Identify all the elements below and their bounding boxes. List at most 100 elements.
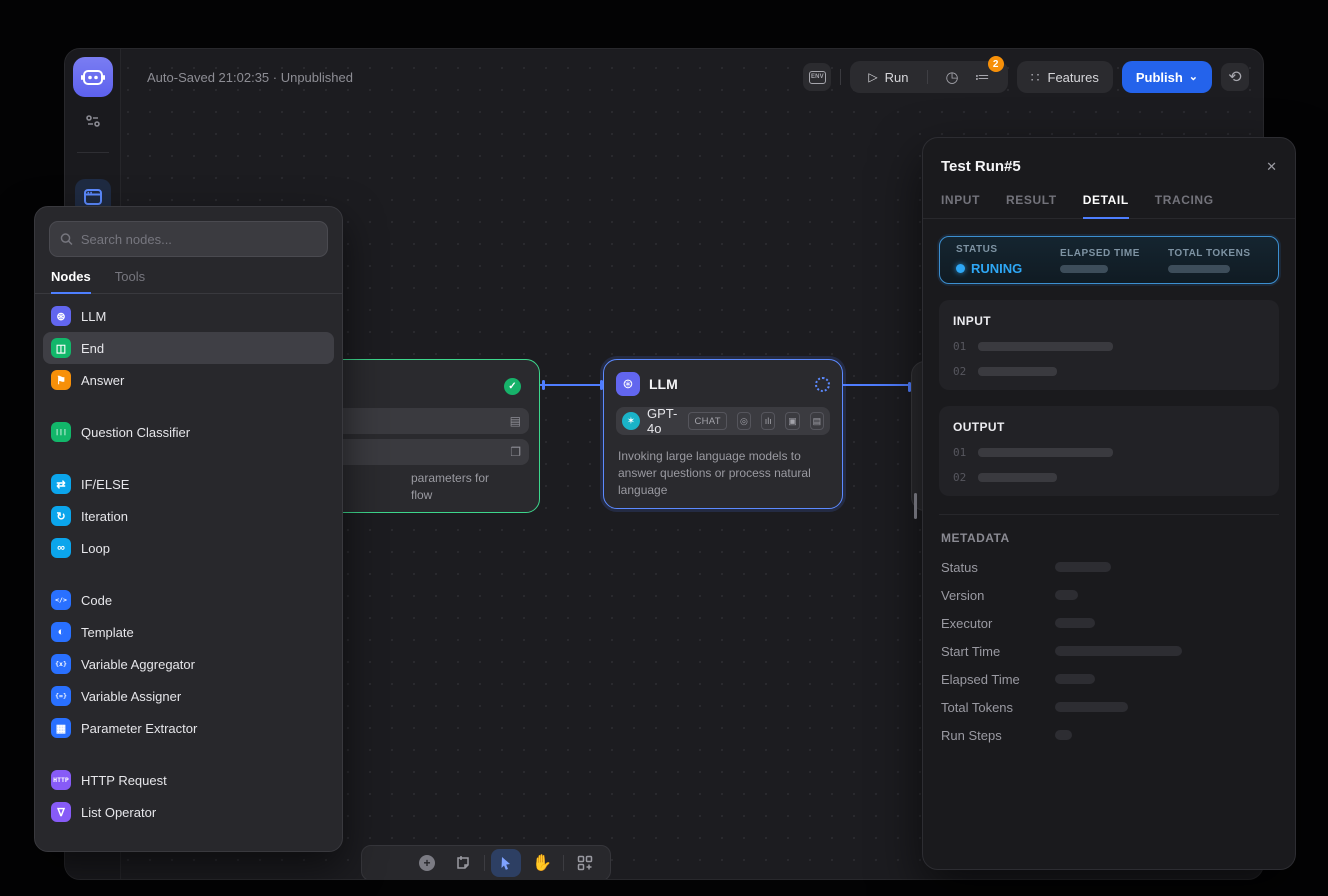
node-type-icon: ◫: [51, 338, 71, 358]
node-list-item-template[interactable]: ◐ Template: [43, 616, 334, 648]
app-avatar[interactable]: [73, 57, 113, 97]
gpt-model-icon: ✶: [622, 412, 640, 430]
node-group-header: [43, 564, 334, 584]
tab-result[interactable]: RESULT: [1006, 193, 1057, 218]
panel-resize-handle[interactable]: [914, 493, 917, 519]
run-button-group: ▷ Run ◷ ≔ 2: [850, 61, 1007, 93]
organize-nodes-button[interactable]: [570, 849, 600, 877]
checklist-button[interactable]: ≔ 2: [967, 68, 998, 86]
divider: [927, 70, 928, 84]
start-paragraph-field-row[interactable]: ❐: [316, 439, 529, 465]
metadata-skeleton: [1055, 562, 1111, 572]
publish-label: Publish: [1136, 70, 1183, 85]
tab-input[interactable]: INPUT: [941, 193, 980, 218]
line-number: 01: [953, 446, 966, 459]
metadata-skeleton: [1055, 730, 1072, 740]
cursor-icon: [499, 856, 513, 871]
node-type-label: HTTP Request: [81, 773, 167, 788]
metadata-row: Elapsed Time: [941, 665, 1277, 693]
node-list-item-if-else[interactable]: ⇄ IF/ELSE: [43, 468, 334, 500]
canvas-toolbar: + ✋: [361, 845, 611, 880]
node-list-item-variable-assigner[interactable]: {=} Variable Assigner: [43, 680, 334, 712]
features-icon: ∷: [1031, 69, 1040, 86]
metadata-skeleton: [1055, 702, 1128, 712]
value-skeleton: [978, 367, 1057, 376]
elapsed-skeleton: [1060, 265, 1108, 273]
node-list-item-parameter-extractor[interactable]: ▦ Parameter Extractor: [43, 712, 334, 744]
start-output-port[interactable]: [542, 380, 545, 390]
llm-node-icon: ⊛: [616, 372, 640, 396]
node-list-item-question-classifier[interactable]: ||| Question Classifier: [43, 416, 334, 448]
chevron-down-icon: ⌄: [1189, 70, 1198, 83]
input-title: INPUT: [953, 314, 1265, 328]
llm-node[interactable]: ⊛ LLM ✶ GPT-4o CHAT ◎ ılı ▣ ▤ Invoking l…: [603, 359, 843, 509]
hand-icon: ✋: [532, 853, 552, 873]
file-icon: ▤: [810, 412, 824, 430]
metadata-label: Elapsed Time: [941, 672, 1043, 687]
tab-detail[interactable]: DETAIL: [1083, 193, 1129, 218]
metadata-label: Version: [941, 588, 1043, 603]
output-row: 01: [953, 446, 1265, 459]
node-group-header: [43, 448, 334, 468]
search-input[interactable]: [81, 232, 317, 247]
node-list: ⊛ LLM ◫ End ⚑ Answer ||| Question Classi…: [35, 294, 342, 834]
node-list-item-end[interactable]: ◫ End: [43, 332, 334, 364]
tab-tracing[interactable]: TRACING: [1155, 193, 1214, 218]
node-list-item-code[interactable]: </> Code: [43, 584, 334, 616]
edge-start-llm: [540, 384, 603, 386]
node-list-item-http-request[interactable]: HTTP HTTP Request: [43, 764, 334, 796]
start-input-field-row[interactable]: ▤: [316, 408, 529, 434]
workflow-settings-icon[interactable]: [84, 113, 102, 134]
stopwatch-icon: ◷: [946, 69, 959, 86]
total-tokens-label: TOTAL TOKENS: [1168, 248, 1251, 259]
metadata-skeleton: [1055, 618, 1095, 628]
node-list-item-variable-aggregator[interactable]: {x} Variable Aggregator: [43, 648, 334, 680]
topbar-divider: [840, 69, 841, 85]
search-box[interactable]: [49, 221, 328, 257]
node-list-item-list-operator[interactable]: ∇ List Operator: [43, 796, 334, 828]
start-node-description: parameters for flow: [411, 470, 489, 504]
running-dot-icon: [956, 264, 965, 273]
test-run-panel: Test Run#5 ✕ INPUT RESULT DETAIL TRACING…: [922, 137, 1296, 870]
close-icon[interactable]: ✕: [1266, 159, 1277, 175]
tokens-skeleton: [1168, 265, 1230, 273]
topbar: Auto-Saved 21:02:35 · Unpublished ENV ▷ …: [121, 49, 1263, 105]
node-list-item-llm[interactable]: ⊛ LLM: [43, 300, 334, 332]
publish-button[interactable]: Publish ⌄: [1122, 61, 1212, 93]
pointer-tool-button[interactable]: [491, 849, 521, 877]
version-history-button[interactable]: ⟲: [1221, 63, 1249, 91]
history-icon: ⟲: [1228, 67, 1241, 87]
add-note-button[interactable]: [448, 849, 478, 877]
paragraph-field-icon: ❐: [510, 445, 521, 459]
run-panel-tabs: INPUT RESULT DETAIL TRACING: [923, 193, 1295, 219]
node-list-item-loop[interactable]: ∞ Loop: [43, 532, 334, 564]
node-type-icon: {=}: [51, 686, 71, 706]
tab-nodes[interactable]: Nodes: [51, 269, 91, 293]
rail-divider: [77, 152, 109, 153]
node-list-item-iteration[interactable]: ↻ Iteration: [43, 500, 334, 532]
node-type-icon: |||: [51, 422, 71, 442]
add-node-button[interactable]: +: [412, 849, 442, 877]
note-plus-icon: [455, 855, 471, 871]
run-button[interactable]: ▷ Run: [860, 70, 916, 85]
notification-badge: 2: [988, 56, 1004, 72]
line-number: 01: [953, 340, 966, 353]
video-icon: ▣: [785, 412, 799, 430]
node-group-header: [43, 396, 334, 416]
vision-icon: ◎: [737, 412, 751, 430]
env-button[interactable]: ENV: [803, 63, 831, 91]
node-type-icon: ∞: [51, 538, 71, 558]
metadata-label: Start Time: [941, 644, 1043, 659]
value-skeleton: [978, 473, 1057, 482]
text-field-icon: ▤: [510, 414, 521, 428]
model-selector[interactable]: ✶ GPT-4o CHAT ◎ ılı ▣ ▤: [616, 407, 830, 435]
hand-tool-button[interactable]: ✋: [527, 849, 557, 877]
node-type-icon: ↻: [51, 506, 71, 526]
node-list-item-answer[interactable]: ⚑ Answer: [43, 364, 334, 396]
running-spinner-icon: [815, 377, 830, 392]
tab-tools[interactable]: Tools: [115, 269, 145, 293]
run-history-button[interactable]: ◷: [938, 68, 967, 86]
metadata-skeleton: [1055, 674, 1095, 684]
features-button[interactable]: ∷ Features: [1017, 61, 1113, 93]
toolbar-divider: [563, 855, 564, 871]
